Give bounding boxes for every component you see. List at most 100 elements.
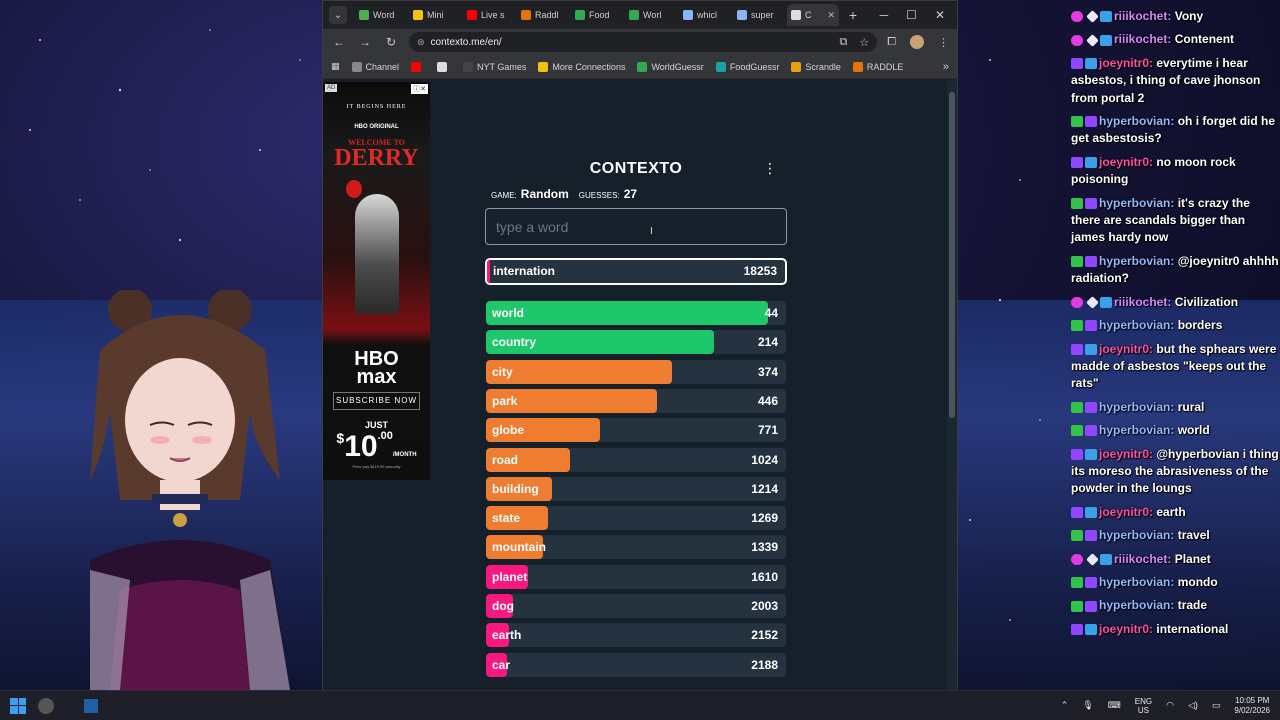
chat-username[interactable]: riiikochet: (1114, 552, 1171, 566)
guess-distance: 1024 (751, 452, 778, 467)
bookmarks-overflow-icon[interactable]: » (943, 61, 949, 73)
guess-distance: 1214 (751, 481, 778, 496)
game-menu-icon[interactable]: ⋮ (763, 160, 777, 177)
prime-badge-icon (1100, 297, 1112, 309)
bookmark-item[interactable]: FoodGuessr (715, 61, 779, 72)
chat-username[interactable]: hyperbovian: (1099, 196, 1174, 210)
ad-title: WELCOME TO DERRY (323, 138, 430, 170)
forward-button[interactable]: → (357, 35, 373, 49)
chat-username[interactable]: joeynitr0: (1099, 505, 1153, 519)
new-tab-button[interactable]: + (845, 7, 861, 23)
clock[interactable]: 10:05 PM 9/02/2026 (1234, 696, 1270, 716)
ad-subscribe-button[interactable]: SUBSCRIBE NOW (333, 392, 420, 410)
sub-badge-icon (1071, 157, 1083, 169)
ad-fine-print: Price pay $119.99 annually (352, 464, 401, 469)
site-info-icon[interactable]: ⊜ (417, 37, 425, 48)
bookmark-item[interactable] (411, 61, 425, 72)
last-guess-color-bar (487, 260, 490, 283)
chat-username[interactable]: riiikochet: (1114, 9, 1171, 23)
reload-button[interactable]: ↻ (383, 35, 399, 49)
back-button[interactable]: ← (331, 35, 347, 49)
close-window-button[interactable]: ✕ (935, 8, 945, 22)
chat-username[interactable]: joeynitr0: (1099, 155, 1153, 169)
ad-hbo-original: HBO ORIGINAL (354, 124, 399, 130)
bookmark-item[interactable] (437, 61, 451, 72)
bookmark-item[interactable]: Scrandle (791, 61, 841, 72)
chat-username[interactable]: hyperbovian: (1099, 400, 1174, 414)
word-input[interactable] (485, 208, 787, 245)
extensions-icon[interactable]: ⧠ (887, 36, 896, 49)
volume-icon[interactable]: ◁) (1188, 700, 1198, 711)
ad-brand-logo: HBO max (323, 349, 430, 388)
bookmark-item[interactable]: WorldGuessr (637, 61, 704, 72)
tray-overflow-icon[interactable]: ⌃ (1061, 700, 1069, 711)
browser-tab[interactable]: Raddl (517, 4, 569, 26)
heart-badge-icon (1071, 11, 1083, 23)
chat-username[interactable]: joeynitr0: (1099, 622, 1153, 636)
prime-badge-icon (1085, 58, 1097, 70)
browser-menu-icon[interactable]: ⋮ (938, 36, 949, 49)
ad-brand-2: max (356, 366, 397, 388)
install-app-icon[interactable]: ⧉ (839, 36, 847, 49)
address-bar[interactable]: ⊜ contexto.me/en/ ⧉ ☆ (409, 32, 878, 52)
tab-title: C (805, 10, 812, 20)
browser-tab[interactable]: Food (571, 4, 623, 26)
windows-start-icon[interactable] (10, 697, 26, 714)
chat-username[interactable]: hyperbovian: (1099, 575, 1174, 589)
last-guess-word: internation (493, 264, 555, 278)
keyboard-icon[interactable]: ⌨ (1108, 700, 1121, 711)
wifi-icon[interactable]: ◠ (1166, 700, 1174, 711)
page-scrollbar[interactable] (947, 80, 957, 691)
chat-username[interactable]: riiikochet: (1114, 32, 1171, 46)
chat-username[interactable]: hyperbovian: (1099, 528, 1174, 542)
minimize-button[interactable]: ─ (880, 8, 889, 22)
guess-distance: 374 (757, 364, 778, 379)
chat-message: hyperbovian: borders (1066, 317, 1280, 334)
bookmark-item[interactable]: Channel (351, 61, 399, 72)
chat-username[interactable]: hyperbovian: (1099, 318, 1174, 332)
chat-username[interactable]: joeynitr0: (1099, 342, 1153, 356)
bookmark-item[interactable]: More Connections (538, 61, 625, 72)
chat-text: mondo (1177, 574, 1218, 589)
tab-close-icon[interactable]: ✕ (827, 10, 835, 21)
hbo-max-ad[interactable]: AD ⓘ✕ IT BEGINS HERE HBO ORIGINAL WELCOM… (323, 82, 430, 480)
chat-username[interactable]: hyperbovian: (1099, 254, 1174, 268)
chat-username[interactable]: hyperbovian: (1099, 423, 1174, 437)
apps-grid-icon[interactable]: ▦ (331, 61, 340, 72)
guess-proximity-bar (486, 301, 768, 325)
star-badge-icon (1086, 296, 1099, 309)
chat-username[interactable]: hyperbovian: (1099, 114, 1174, 128)
bookmark-item[interactable]: RADDLE (852, 61, 903, 72)
prime-badge-icon (1085, 448, 1097, 460)
chat-text: world (1177, 423, 1210, 438)
bookmark-star-icon[interactable]: ☆ (859, 36, 869, 49)
guess-word: planet (492, 569, 528, 584)
chat-text: travel (1177, 528, 1210, 543)
browser-tab[interactable]: Word (355, 4, 407, 26)
browser-tab[interactable]: Worl (625, 4, 677, 26)
bookmark-label: WorldGuessr (651, 61, 704, 72)
browser-tab[interactable]: whicl (679, 4, 731, 26)
battery-icon[interactable]: ▭ (1212, 700, 1221, 711)
browser-tab[interactable]: C ✕ (787, 4, 839, 26)
guess-row: planet 1610 (486, 564, 786, 589)
tab-favicon-icon (575, 10, 585, 20)
maximize-button[interactable]: ☐ (906, 8, 917, 22)
chat-username[interactable]: riiikochet: (1114, 295, 1171, 309)
browser-tab[interactable]: super (733, 4, 785, 26)
chat-username[interactable]: hyperbovian: (1099, 598, 1174, 612)
chat-username[interactable]: joeynitr0: (1099, 56, 1153, 70)
tab-search-button[interactable]: ⌄ (329, 6, 347, 24)
chat-text: earth (1156, 504, 1186, 519)
scrollbar-thumb[interactable] (949, 92, 955, 418)
browser-tab[interactable]: Live s (463, 4, 515, 26)
browser-tab[interactable]: Mini (409, 4, 461, 26)
ad-close-icon[interactable]: ⓘ✕ (411, 84, 428, 94)
bookmark-item[interactable]: NYT Games (463, 61, 526, 72)
language-indicator[interactable]: ENG US (1135, 697, 1152, 715)
taskbar-app-icon-2[interactable] (84, 698, 98, 713)
chat-username[interactable]: joeynitr0: (1099, 447, 1153, 461)
microphone-icon[interactable]: 🎙 (1082, 700, 1093, 711)
profile-avatar[interactable] (910, 35, 924, 49)
taskbar-app-icon[interactable] (38, 697, 54, 714)
